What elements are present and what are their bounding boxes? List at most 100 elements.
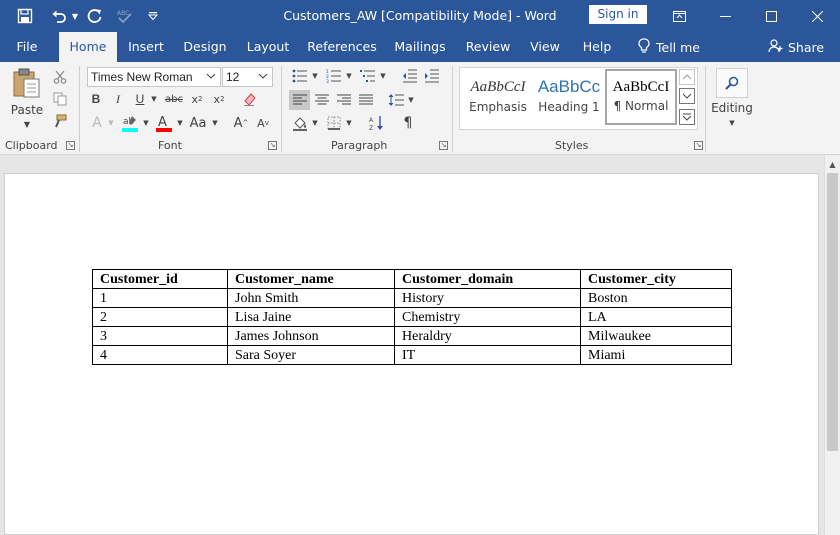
table-cell[interactable]: IT [394,345,581,365]
minimize-icon[interactable] [702,0,748,32]
text-effects-icon[interactable]: A [87,113,107,133]
line-spacing-icon[interactable] [386,90,406,110]
tab-references[interactable]: References [305,32,379,62]
highlight-icon[interactable]: ab [120,111,140,135]
tab-layout[interactable]: Layout [241,32,295,62]
scrollbar-thumb[interactable] [827,173,838,451]
borders-dropdown-icon[interactable]: ▼ [344,113,354,133]
table-cell[interactable]: 4 [92,345,228,365]
table-cell[interactable]: 2 [92,307,228,327]
italic-icon[interactable]: I [109,90,127,108]
style-emphasis[interactable]: AaBbCcI Emphasis [462,68,534,126]
table-cell[interactable]: James Johnson [227,326,395,346]
tab-insert[interactable]: Insert [122,32,170,62]
vertical-scrollbar[interactable]: ▲ [824,155,840,535]
table-header-cell[interactable]: Customer_city [580,269,732,289]
tab-home[interactable]: Home [59,32,117,62]
table-cell[interactable]: Miami [580,345,732,365]
font-color-icon[interactable]: A [154,111,174,135]
redo-icon[interactable] [84,5,106,27]
cut-icon[interactable] [50,67,70,87]
superscript-icon[interactable]: x2 [210,90,228,108]
customize-toolbar-icon[interactable] [142,5,164,27]
shading-icon[interactable] [290,113,310,133]
shrink-font-icon[interactable]: Av [254,113,272,133]
strikethrough-icon[interactable]: abc [163,90,185,108]
font-size-combo[interactable]: 12 [222,67,273,87]
multilevel-list-dropdown-icon[interactable]: ▼ [378,67,388,85]
tab-design[interactable]: Design [178,32,232,62]
paragraph-launcher-icon[interactable]: ↘ [439,141,448,150]
table-cell[interactable]: History [394,288,581,308]
styles-more-icon[interactable] [679,109,695,125]
copy-icon[interactable] [50,89,70,109]
tab-view[interactable]: View [524,32,566,62]
styles-scroll-down-icon[interactable] [679,88,695,104]
table-cell[interactable]: Lisa Jaine [227,307,395,327]
grow-font-icon[interactable]: A ^ [232,113,250,133]
editing-label[interactable]: Editing [706,100,758,116]
undo-icon[interactable] [48,5,70,27]
change-case-dropdown-icon[interactable]: ▼ [210,113,220,133]
ribbon-display-options-icon[interactable] [656,0,702,32]
multilevel-list-icon[interactable] [358,67,378,85]
bullets-dropdown-icon[interactable]: ▼ [310,67,320,85]
table-cell[interactable]: 3 [92,326,228,346]
close-icon[interactable] [794,0,840,32]
style-heading-1[interactable]: AaBbCc Heading 1 [535,68,603,126]
font-color-dropdown-icon[interactable]: ▼ [175,113,185,133]
change-case-icon[interactable]: Aa [188,113,208,133]
undo-dropdown-icon[interactable]: ▼ [70,5,80,27]
find-search-icon[interactable] [716,68,748,98]
bold-icon[interactable]: B [87,90,105,108]
numbering-icon[interactable]: 123 [324,67,344,85]
table-cell[interactable]: Milwaukee [580,326,732,346]
bullets-icon[interactable] [290,67,310,85]
style-normal[interactable]: AaBbCcI ¶ Normal [605,69,677,125]
shading-dropdown-icon[interactable]: ▼ [310,113,320,133]
justify-icon[interactable] [356,90,376,110]
paste-icon[interactable] [10,66,44,100]
document-page[interactable]: Customer_id Customer_name Customer_domai… [4,173,819,535]
scroll-up-icon[interactable]: ▲ [825,157,840,172]
tab-review[interactable]: Review [462,32,514,62]
font-name-combo[interactable]: Times New Roman [87,67,221,87]
sort-icon[interactable]: AZ [366,113,386,133]
tab-file[interactable]: File [6,32,48,62]
paste-label[interactable]: Paste [6,102,48,118]
tab-mailings[interactable]: Mailings [390,32,450,62]
clear-formatting-icon[interactable] [240,90,260,108]
spelling-check-icon[interactable]: ABC [114,5,136,27]
increase-indent-icon[interactable] [422,67,442,85]
highlight-dropdown-icon[interactable]: ▼ [141,113,151,133]
pilcrow-icon[interactable]: ¶ [398,113,418,133]
format-painter-icon[interactable] [50,111,70,131]
editing-dropdown-icon[interactable]: ▼ [724,117,740,129]
underline-icon[interactable]: U [131,90,149,108]
styles-launcher-icon[interactable]: ↘ [694,141,703,150]
font-launcher-icon[interactable]: ↘ [268,141,277,150]
table-cell[interactable]: Boston [580,288,732,308]
table-cell[interactable]: Chemistry [394,307,581,327]
line-spacing-dropdown-icon[interactable]: ▼ [406,90,416,110]
tell-me-search[interactable]: Tell me [638,32,700,62]
table-header-cell[interactable]: Customer_domain [394,269,581,289]
table-header-cell[interactable]: Customer_name [227,269,395,289]
align-center-icon[interactable] [312,90,332,110]
borders-icon[interactable] [324,113,344,133]
table-cell[interactable]: John Smith [227,288,395,308]
table-header-cell[interactable]: Customer_id [92,269,228,289]
text-effects-dropdown-icon[interactable]: ▼ [106,113,116,133]
maximize-icon[interactable] [748,0,794,32]
clipboard-launcher-icon[interactable]: ↘ [66,141,75,150]
tab-help[interactable]: Help [576,32,618,62]
table-cell[interactable]: LA [580,307,732,327]
sign-in-button[interactable]: Sign in [589,5,647,24]
table-cell[interactable]: Heraldry [394,326,581,346]
align-right-icon[interactable] [334,90,354,110]
table-cell[interactable]: Sara Soyer [227,345,395,365]
decrease-indent-icon[interactable] [400,67,420,85]
numbering-dropdown-icon[interactable]: ▼ [344,67,354,85]
paste-dropdown-icon[interactable]: ▼ [18,118,36,130]
underline-dropdown-icon[interactable]: ▼ [149,90,159,108]
